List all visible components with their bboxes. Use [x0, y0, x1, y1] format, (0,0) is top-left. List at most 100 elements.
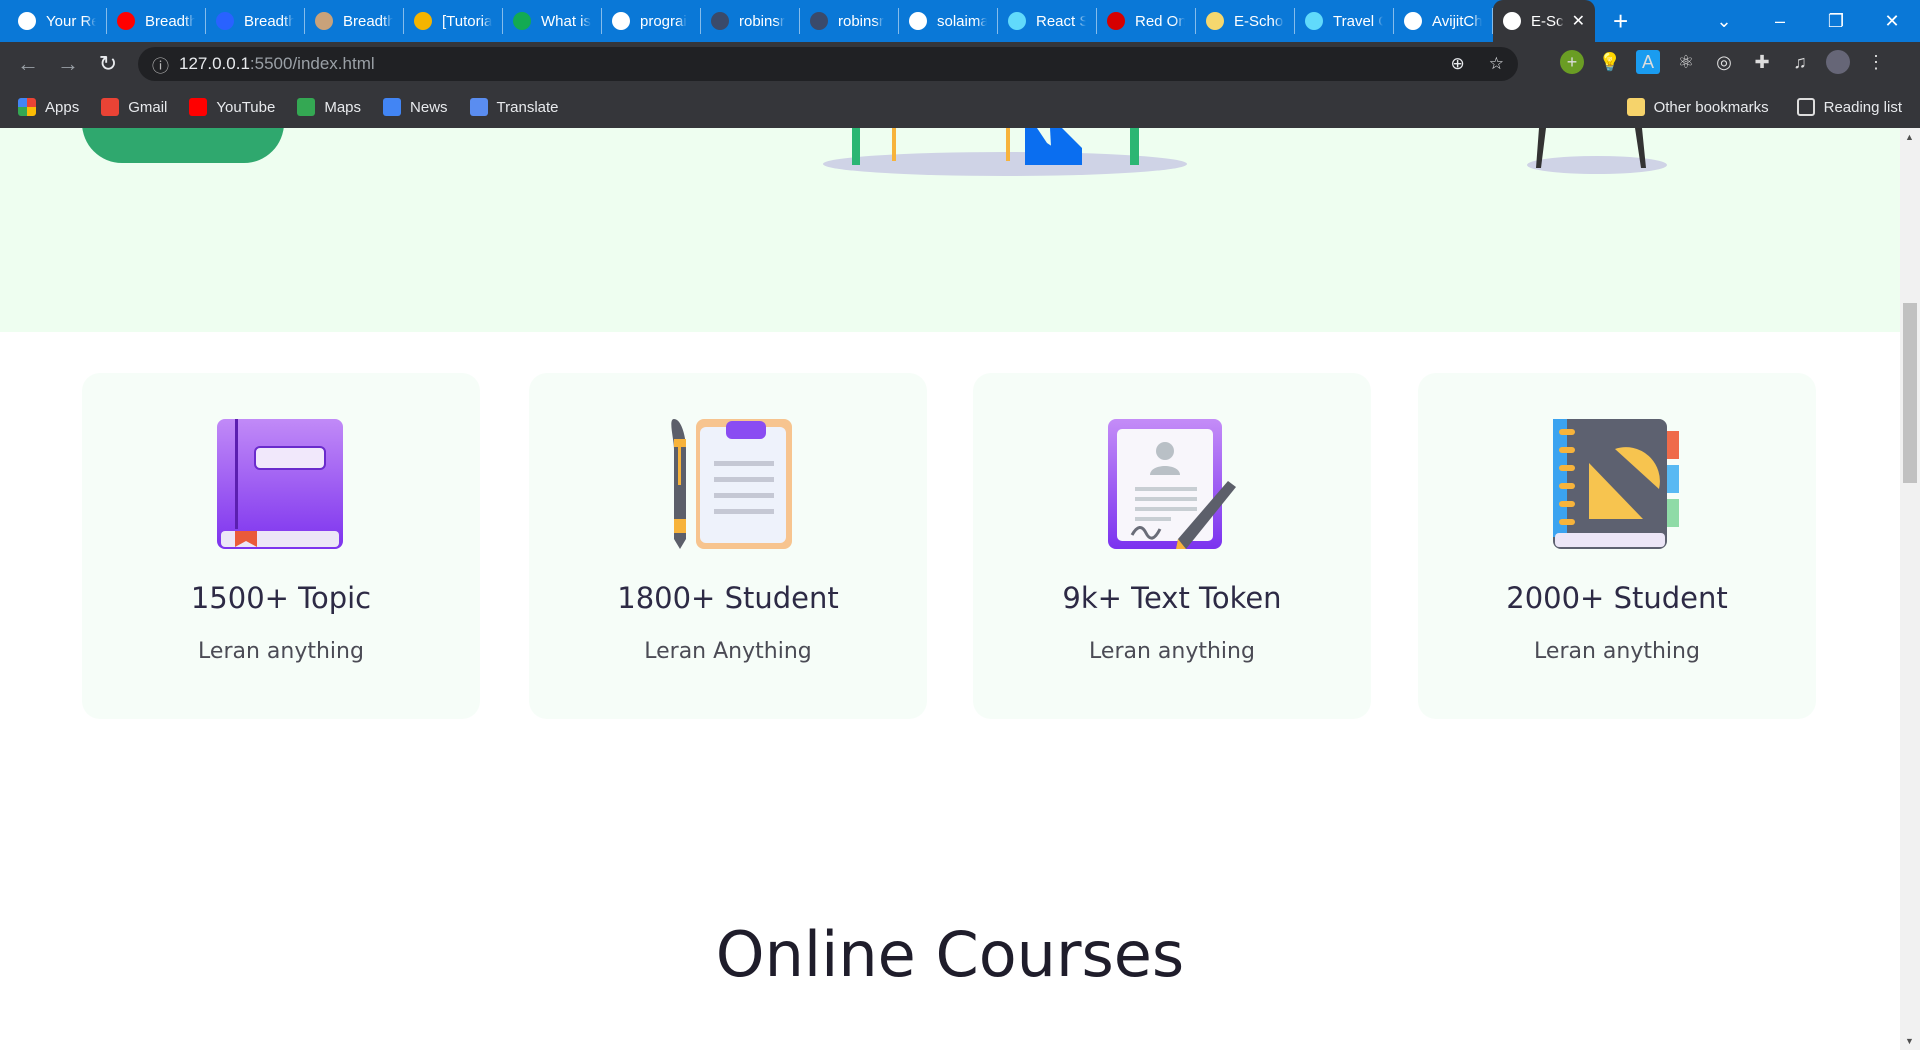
translate-icon	[469, 98, 488, 116]
stat-title: 1500+ Topic	[190, 581, 372, 615]
stat-title: 9k+ Text Token	[1062, 581, 1282, 615]
maps-icon	[297, 98, 316, 116]
tab[interactable]: React S	[998, 8, 1097, 34]
tab[interactable]: Your Re	[8, 8, 107, 34]
bookmark-maps[interactable]: Maps	[297, 98, 361, 116]
tab-title: E-Schoo	[1234, 12, 1284, 30]
scroll-down-arrow-icon[interactable]: ▼	[1905, 1036, 1914, 1046]
github-icon	[1404, 12, 1422, 30]
tab-title: [Tutoria	[442, 12, 492, 30]
avatar-icon	[315, 12, 333, 30]
red-icon	[1107, 12, 1125, 30]
bookmark-apps[interactable]: Apps	[18, 98, 79, 116]
bookmark-label: News	[410, 98, 448, 116]
tab[interactable]: robinsr	[701, 8, 800, 34]
forward-button[interactable]: →	[48, 51, 88, 77]
maximize-button[interactable]: ❐	[1808, 11, 1864, 32]
tab-title: robinsr	[838, 12, 884, 30]
hero-illustration	[823, 128, 1187, 176]
close-window-button[interactable]: ✕	[1864, 11, 1920, 32]
other-bookmarks-label: Other bookmarks	[1653, 98, 1769, 116]
new-tab-button[interactable]: +	[1613, 6, 1628, 37]
zoom-icon[interactable]: ⊕	[1451, 54, 1465, 74]
tab-title: Travel G	[1333, 12, 1383, 30]
get-started-button[interactable]: Get Started	[82, 128, 284, 163]
stat-subtitle: Leran anything	[1534, 639, 1700, 664]
bookmark-news[interactable]: News	[383, 98, 448, 116]
extension-react-icon[interactable]: ⚛	[1674, 50, 1698, 74]
tab-title: Breadth	[244, 12, 294, 30]
media-control-icon[interactable]: ♫	[1788, 50, 1812, 74]
tab-title: React S	[1036, 12, 1086, 30]
stat-card: 1800+ Student Leran Anything	[529, 373, 927, 719]
profile-avatar[interactable]	[1826, 50, 1850, 74]
tab[interactable]: robinsr	[800, 8, 899, 34]
tab[interactable]: E-Schoo	[1196, 8, 1295, 34]
bookmark-gmail[interactable]: Gmail	[101, 98, 167, 116]
online-courses-heading: Online Courses	[715, 918, 1185, 991]
extensions-puzzle-icon[interactable]: ✚	[1750, 50, 1774, 74]
tab[interactable]: Breadth	[107, 8, 206, 34]
extension-plus-icon[interactable]: +	[1560, 50, 1584, 74]
tab-title: prograi	[640, 12, 687, 30]
menu-kebab-icon[interactable]: ⋮	[1864, 50, 1888, 74]
tab[interactable]: Breadth	[305, 8, 404, 34]
info-icon[interactable]: ⓘ	[152, 52, 169, 77]
tab-title: Red On	[1135, 12, 1185, 30]
tab[interactable]: AvijitCh	[1394, 8, 1493, 34]
bookmark-star-icon[interactable]: ☆	[1489, 54, 1504, 74]
tab[interactable]: Breadth	[206, 8, 305, 34]
tab[interactable]: solaima	[899, 8, 998, 34]
tab-title: Breadth	[145, 12, 195, 30]
tab[interactable]: Red On	[1097, 8, 1196, 34]
bookmark-label: Gmail	[128, 98, 168, 116]
stat-card: 9k+ Text Token Leran anything	[973, 373, 1371, 719]
other-bookmarks[interactable]: Other bookmarks	[1626, 98, 1769, 116]
tab[interactable]: E-Sc ✕	[1493, 0, 1595, 42]
reading-list[interactable]: Reading list	[1796, 98, 1902, 116]
vertical-scrollbar[interactable]: ▲ ▼	[1900, 128, 1920, 1050]
youtube-icon	[117, 12, 135, 30]
stat-subtitle: Leran anything	[1089, 639, 1255, 664]
scrollbar-thumb[interactable]	[1903, 303, 1917, 483]
bookmark-youtube[interactable]: YouTube	[189, 98, 275, 116]
hashnode-icon	[216, 12, 234, 30]
stat-card: 2000+ Student Leran anything	[1418, 373, 1816, 719]
mongodb-icon	[513, 12, 531, 30]
tab-title: Breadth	[343, 12, 393, 30]
close-tab-icon[interactable]: ✕	[1572, 11, 1585, 31]
bookmarks-bar: Apps Gmail YouTube Maps News Translate O…	[0, 86, 1920, 128]
tab-title: What is	[541, 12, 591, 30]
minimize-button[interactable]: –	[1752, 11, 1808, 32]
tab[interactable]: What is	[503, 8, 602, 34]
rocket-icon	[810, 12, 828, 30]
hero-section: Get Started	[0, 128, 1900, 332]
news-icon	[383, 98, 402, 116]
extension-target-icon[interactable]: ◎	[1712, 50, 1736, 74]
extension-appstore-icon[interactable]: A	[1636, 50, 1660, 74]
back-button[interactable]: ←	[8, 51, 48, 77]
address-bar[interactable]: ⓘ 127.0.0.1:5500/index.html ⊕ ☆	[138, 47, 1518, 81]
tab-title: Your Re	[46, 12, 96, 30]
bookmark-label: Maps	[324, 98, 362, 116]
hero-chair-illustration	[1527, 128, 1667, 174]
url-host: 127.0.0.1	[179, 54, 250, 73]
notebook-icon	[1553, 419, 1681, 549]
bookmark-label: Translate	[496, 98, 559, 116]
tab-title: E-Sc	[1531, 12, 1564, 30]
github-icon	[909, 12, 927, 30]
google-icon	[612, 12, 630, 30]
bookmark-label: Apps	[45, 98, 80, 116]
browser-toolbar: ← → ↻ ⓘ 127.0.0.1:5500/index.html ⊕ ☆ + 💡…	[0, 42, 1920, 86]
extension-bulb-icon[interactable]: 💡	[1598, 50, 1622, 74]
tab-search-icon[interactable]: ⌄	[1696, 11, 1752, 32]
stat-card: 1500+ Topic Leran anything	[82, 373, 480, 719]
bookmark-translate[interactable]: Translate	[469, 98, 559, 116]
tab[interactable]: [Tutoria	[404, 8, 503, 34]
scroll-up-arrow-icon[interactable]: ▲	[1905, 132, 1914, 142]
github-icon	[18, 12, 36, 30]
tab[interactable]: Travel G	[1295, 8, 1394, 34]
certificate-icon	[1108, 419, 1236, 549]
tab[interactable]: prograi	[602, 8, 701, 34]
reload-button[interactable]: ↻	[88, 51, 128, 77]
